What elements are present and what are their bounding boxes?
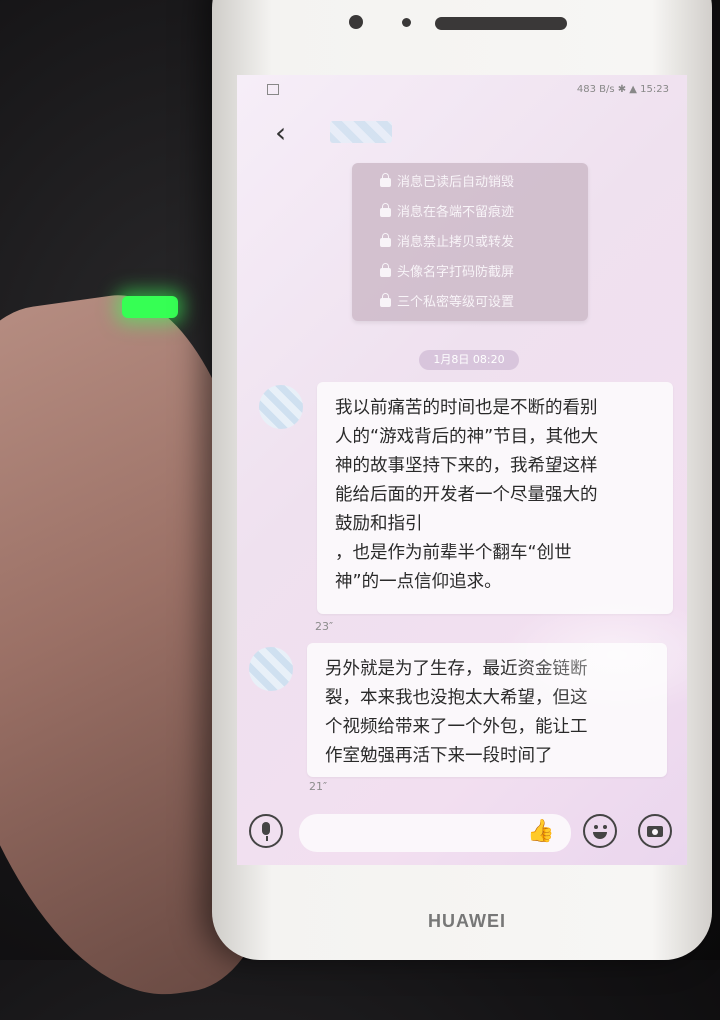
emoji-button[interactable] xyxy=(583,814,617,848)
status-bar: 483 B/s ✱ ▲ 15:23 xyxy=(237,75,687,105)
message-text: 我以前痛苦的时间也是不断的看别 人的“游戏背后的神”节目，其他大 神的故事坚持下… xyxy=(335,398,599,592)
avatar[interactable] xyxy=(249,647,293,691)
chevron-left-icon: ‹ xyxy=(275,116,287,149)
voice-input-button[interactable] xyxy=(249,814,283,848)
lock-icon xyxy=(380,263,391,277)
back-button[interactable]: ‹ xyxy=(275,119,299,147)
lock-icon xyxy=(380,293,391,307)
lock-icon xyxy=(380,233,391,247)
input-bar: 👍 xyxy=(237,810,687,865)
brand-logo: HUAWEI xyxy=(428,911,506,931)
privacy-item: 消息在各端不留痕迹 xyxy=(380,201,514,225)
privacy-item: 消息已读后自动销毁 xyxy=(380,171,514,195)
camera-button[interactable] xyxy=(638,814,672,848)
privacy-notice-card: 消息已读后自动销毁 消息在各端不留痕迹 消息禁止拷贝或转发 头像名字打码防截屏 … xyxy=(352,163,588,321)
message-bubble[interactable]: 我以前痛苦的时间也是不断的看别 人的“游戏背后的神”节目，其他大 神的故事坚持下… xyxy=(317,382,673,614)
contact-name-blurred[interactable] xyxy=(330,121,392,143)
avatar[interactable] xyxy=(259,385,303,429)
sensor xyxy=(402,18,411,27)
chat-header: ‹ xyxy=(237,105,687,165)
thumbs-up-button[interactable]: 👍 xyxy=(527,818,555,846)
privacy-item: 三个私密等级可设置 xyxy=(380,291,514,315)
image-notification-icon xyxy=(267,84,279,95)
thumbs-up-icon: 👍 xyxy=(527,819,555,844)
phone-screen: 483 B/s ✱ ▲ 15:23 ‹ 消息已读后自动销毁 消息在各端不留痕迹 … xyxy=(237,75,687,865)
green-led-light xyxy=(122,296,178,318)
front-camera xyxy=(349,15,363,29)
privacy-item: 头像名字打码防截屏 xyxy=(380,261,514,285)
privacy-item: 消息禁止拷贝或转发 xyxy=(380,231,514,255)
message-bubble[interactable]: 另外就是为了生存，最近资金链断 裂，本来我也没抱太大希望，但这 个视频给带来了一… xyxy=(307,643,667,777)
smiley-icon xyxy=(593,832,607,839)
voice-duration: 21″ xyxy=(309,780,328,793)
voice-duration: 23″ xyxy=(315,620,334,633)
lock-icon xyxy=(380,203,391,217)
earpiece-speaker xyxy=(435,17,567,30)
lock-icon xyxy=(380,173,391,187)
message-text: 另外就是为了生存，最近资金链断 裂，本来我也没抱太大希望，但这 个视频给带来了一… xyxy=(325,659,588,766)
message-timestamp: 1月8日 08:20 xyxy=(419,350,519,370)
microphone-icon xyxy=(262,822,270,835)
status-right: 483 B/s ✱ ▲ 15:23 xyxy=(576,84,669,95)
